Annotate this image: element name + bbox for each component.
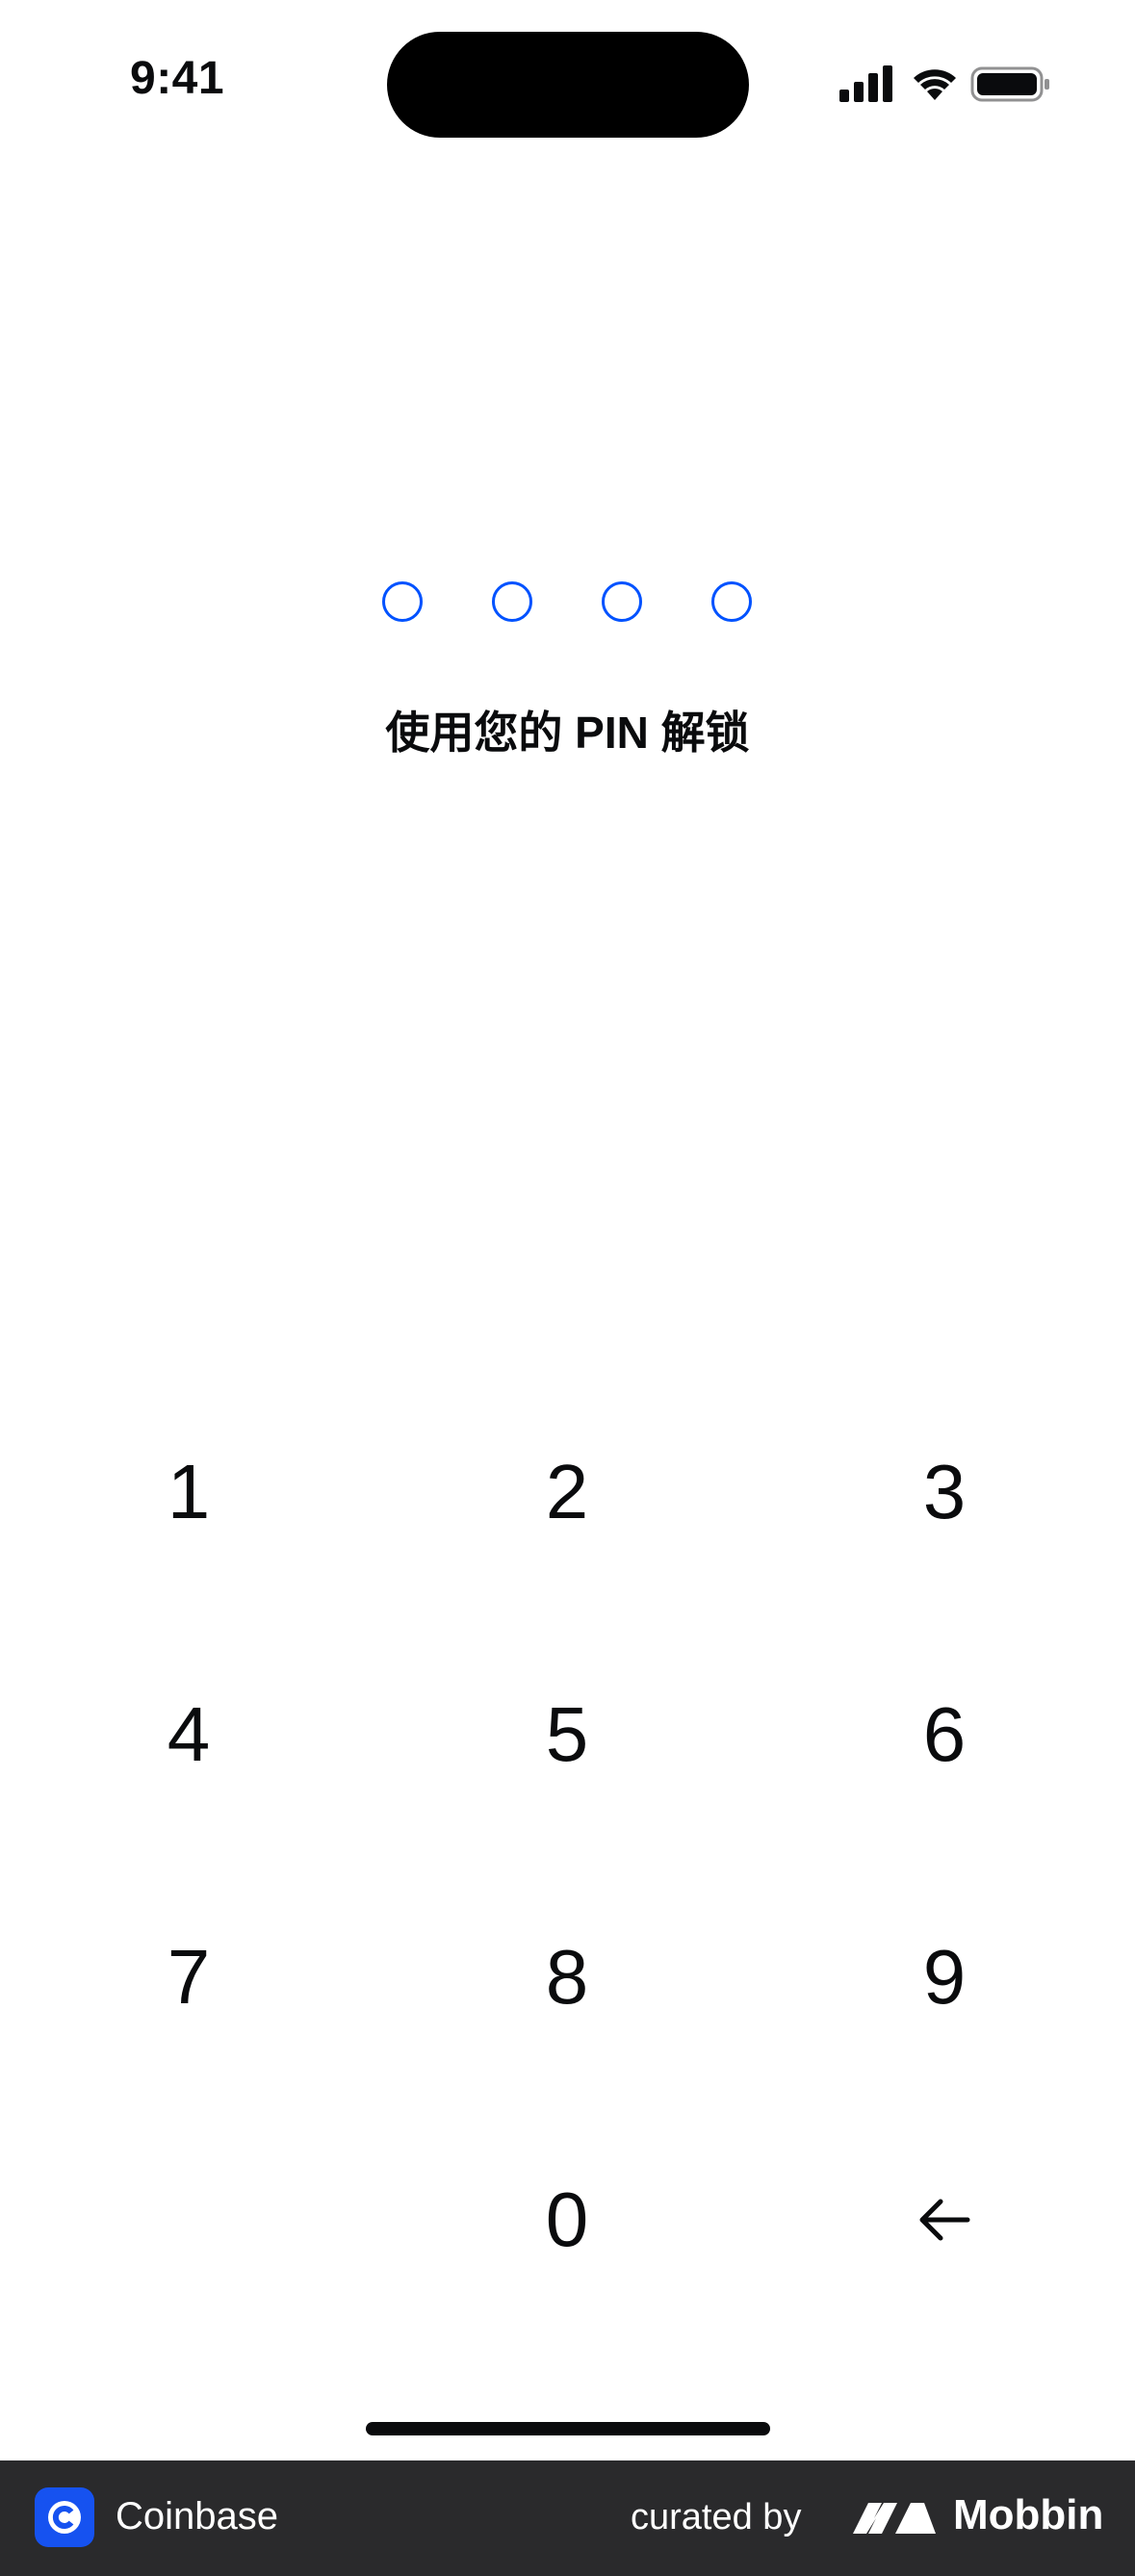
arrow-left-icon bbox=[919, 2199, 970, 2241]
pin-dot bbox=[602, 581, 642, 622]
key-3[interactable]: 3 bbox=[800, 1396, 1089, 1588]
pin-dot bbox=[492, 581, 532, 622]
key-5[interactable]: 5 bbox=[423, 1638, 711, 1831]
pin-dot bbox=[711, 581, 752, 622]
cellular-signal-icon bbox=[839, 65, 892, 102]
dynamic-island bbox=[387, 32, 749, 138]
curated-by-label: curated by bbox=[631, 2497, 802, 2537]
pin-dot bbox=[382, 581, 423, 622]
mobbin-logo-icon bbox=[851, 2495, 938, 2541]
key-8[interactable]: 8 bbox=[423, 1881, 711, 2074]
coinbase-logo-icon bbox=[35, 2487, 94, 2547]
key-2[interactable]: 2 bbox=[423, 1396, 711, 1588]
backspace-button[interactable] bbox=[800, 2124, 1089, 2316]
key-0[interactable]: 0 bbox=[423, 2124, 711, 2316]
wifi-icon bbox=[914, 69, 956, 100]
key-6[interactable]: 6 bbox=[800, 1638, 1089, 1831]
footer-app-name: Coinbase bbox=[116, 2495, 279, 2537]
mobbin-brand-name: Mobbin bbox=[953, 2491, 1104, 2538]
pin-prompt: 使用您的 PIN 解锁 bbox=[385, 708, 750, 758]
key-1[interactable]: 1 bbox=[44, 1396, 333, 1588]
status-bar: 9:41 bbox=[0, 0, 1135, 164]
pin-indicator bbox=[0, 581, 1135, 628]
home-indicator[interactable] bbox=[366, 2422, 770, 2435]
key-4[interactable]: 4 bbox=[44, 1638, 333, 1831]
status-time: 9:41 bbox=[130, 53, 225, 104]
status-icons bbox=[839, 64, 1051, 104]
key-7[interactable]: 7 bbox=[44, 1881, 333, 2074]
footer-banner: Coinbase curated by Mobbin bbox=[0, 2460, 1135, 2576]
numeric-keypad: 1 2 3 4 5 6 7 8 9 0 bbox=[0, 1396, 1135, 2368]
battery-icon bbox=[970, 66, 1049, 102]
key-9[interactable]: 9 bbox=[800, 1881, 1089, 2074]
